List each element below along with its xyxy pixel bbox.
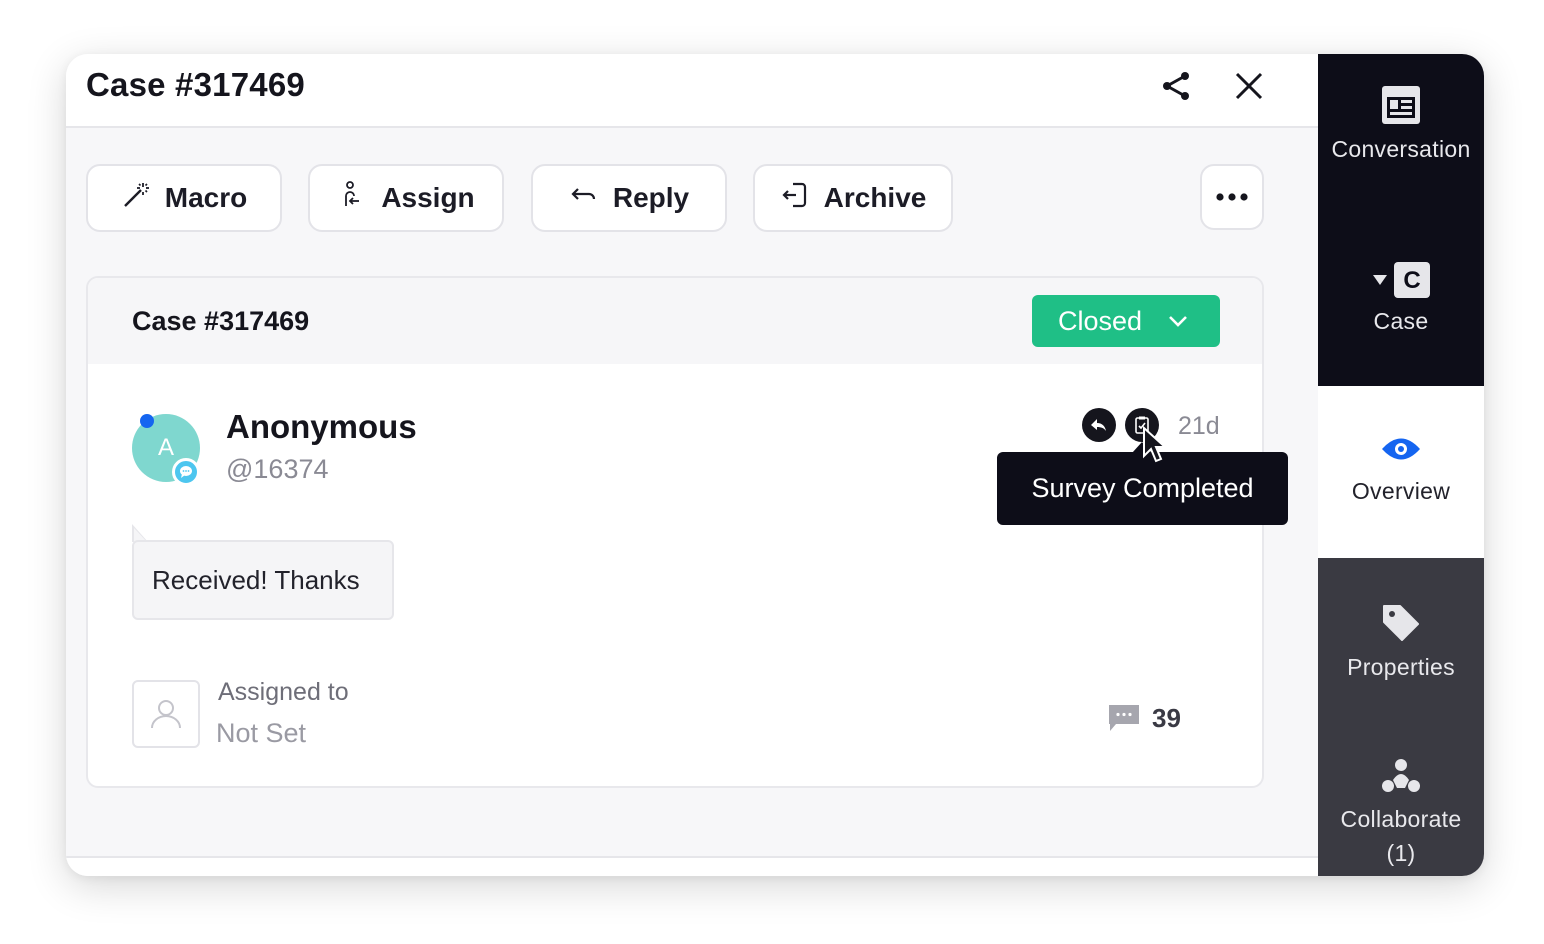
archive-exit-icon [780, 180, 810, 217]
sidebar-item-overview[interactable]: Overview [1318, 386, 1484, 558]
caret-down-icon [1373, 275, 1387, 285]
svg-text:C: C [1403, 267, 1420, 294]
eye-icon [1382, 438, 1420, 460]
more-options-button[interactable] [1200, 164, 1264, 230]
assign-button[interactable]: Assign [308, 164, 504, 232]
macro-label: Macro [164, 182, 248, 213]
archive-label: Archive [823, 182, 927, 213]
more-horizontal-icon [1216, 193, 1248, 201]
avatar-initial: A [157, 434, 174, 461]
tag-icon [1383, 605, 1419, 641]
comment-count: 39 [1152, 702, 1181, 733]
customer-name[interactable]: Anonymous [226, 408, 417, 446]
case-card-title: Case #317469 [132, 306, 310, 336]
macro-button[interactable]: Macro [86, 164, 282, 232]
replied-status-icon[interactable] [1082, 408, 1116, 442]
conversation-card-icon [1382, 86, 1420, 124]
header: Case #317469 [66, 54, 1318, 128]
right-sidebar: Conversation C Case Overview Properties … [1318, 54, 1484, 876]
magic-wand-icon [121, 180, 151, 217]
status-label: Closed [1058, 305, 1143, 336]
tooltip-text: Survey Completed [1031, 473, 1254, 503]
collaborate-icon [1382, 759, 1420, 792]
sidebar-label-conversation: Conversation [1331, 136, 1471, 162]
assign-person-icon [337, 180, 367, 217]
archive-button[interactable]: Archive [753, 164, 953, 232]
sidebar-label-overview: Overview [1351, 478, 1451, 504]
sidebar-item-properties[interactable]: Properties [1318, 558, 1484, 718]
comment-bubble-icon [1109, 705, 1139, 731]
page-title: Case #317469 [86, 66, 305, 103]
main-panel: Case #317469 Macro Assign Reply Archive … [66, 54, 1318, 876]
comments-counter[interactable]: 39 [1106, 702, 1181, 734]
sidebar-label-case: Case [1373, 308, 1429, 334]
assigned-to-label: Assigned to [218, 678, 349, 706]
share-icon[interactable] [1158, 68, 1194, 104]
user-placeholder-icon [151, 700, 181, 729]
sidebar-label-properties: Properties [1347, 654, 1455, 680]
mouse-cursor-icon [1143, 426, 1168, 463]
case-age: 21d [1178, 412, 1220, 440]
chat-channel-icon [172, 458, 200, 486]
sidebar-label-collaborate: Collaborate [1340, 806, 1462, 832]
sidebar-item-case[interactable]: C Case [1318, 216, 1484, 386]
close-icon[interactable] [1231, 68, 1267, 104]
chevron-down-icon [1169, 316, 1187, 327]
assignee-avatar[interactable] [132, 680, 200, 748]
case-card: Case #317469 Closed A Anonymous @16374 2… [86, 276, 1264, 788]
assign-label: Assign [381, 182, 475, 213]
sidebar-item-conversation[interactable]: Conversation [1318, 54, 1484, 216]
case-card-header: Case #317469 Closed [88, 278, 1262, 364]
status-dropdown[interactable]: Closed [1032, 295, 1220, 347]
case-c-icon: C [1394, 262, 1430, 298]
message-text: Received! Thanks [152, 564, 360, 595]
message-bubble: Received! Thanks [132, 540, 394, 620]
reply-label: Reply [612, 182, 690, 213]
collaborate-count: (1) [1386, 840, 1416, 866]
presence-indicator [140, 414, 154, 428]
footer [66, 858, 1318, 876]
case-window: Case #317469 Macro Assign Reply Archive … [66, 54, 1484, 876]
customer-handle: @16374 [226, 454, 329, 484]
assigned-to-value[interactable]: Not Set [216, 718, 306, 749]
reply-arrow-icon [569, 180, 599, 217]
reply-button[interactable]: Reply [531, 164, 727, 232]
case-icon-group: C [1372, 262, 1430, 298]
sidebar-item-collaborate[interactable]: Collaborate (1) [1318, 718, 1484, 876]
